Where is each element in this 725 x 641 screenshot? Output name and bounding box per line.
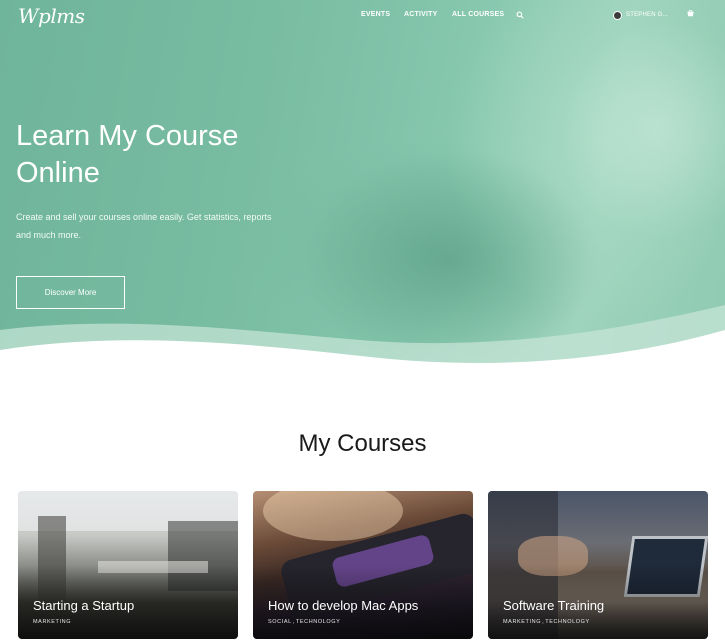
discover-more-button[interactable]: Discover More: [16, 276, 125, 309]
hero-background-highlight: [560, 20, 725, 240]
hero-title-line: Learn My Course: [16, 120, 239, 152]
cart-icon[interactable]: [686, 9, 695, 18]
hero-title: Learn My Course Online: [16, 118, 336, 192]
hero-title-line: Online: [16, 157, 100, 189]
hero-subtitle: Create and sell your courses online easi…: [16, 212, 272, 240]
card-overlay: [253, 491, 473, 639]
hero-banner: Wplms EVENTS ACTIVITY ALL COURSES STEPHE…: [0, 0, 725, 380]
section-title: My Courses: [298, 430, 427, 457]
avatar: [613, 11, 622, 20]
course-title[interactable]: Starting a Startup: [33, 598, 134, 613]
course-category[interactable]: SOCIAL: [268, 619, 292, 625]
course-card[interactable]: Starting a Startup MARKETING: [18, 491, 238, 639]
course-categories: SOCIAL,TECHNOLOGY: [268, 619, 341, 625]
nav-all-courses[interactable]: ALL COURSES: [452, 11, 504, 18]
user-name: STEPHEN G...: [626, 12, 669, 18]
course-category[interactable]: MARKETING: [33, 619, 71, 625]
course-title[interactable]: Software Training: [503, 598, 604, 613]
course-card[interactable]: How to develop Mac Apps SOCIAL,TECHNOLOG…: [253, 491, 473, 639]
course-category[interactable]: TECHNOLOGY: [545, 619, 590, 625]
nav-events[interactable]: EVENTS: [361, 11, 390, 18]
course-category[interactable]: TECHNOLOGY: [296, 619, 341, 625]
course-category[interactable]: MARKETING: [503, 619, 541, 625]
course-categories: MARKETING: [33, 619, 71, 625]
course-title[interactable]: How to develop Mac Apps: [268, 598, 418, 613]
nav-activity[interactable]: ACTIVITY: [404, 11, 438, 18]
card-overlay: [488, 491, 708, 639]
course-card[interactable]: Software Training MARKETING,TECHNOLOGY: [488, 491, 708, 639]
course-categories: MARKETING,TECHNOLOGY: [503, 619, 590, 625]
search-icon[interactable]: [516, 11, 524, 19]
card-overlay: [18, 491, 238, 639]
